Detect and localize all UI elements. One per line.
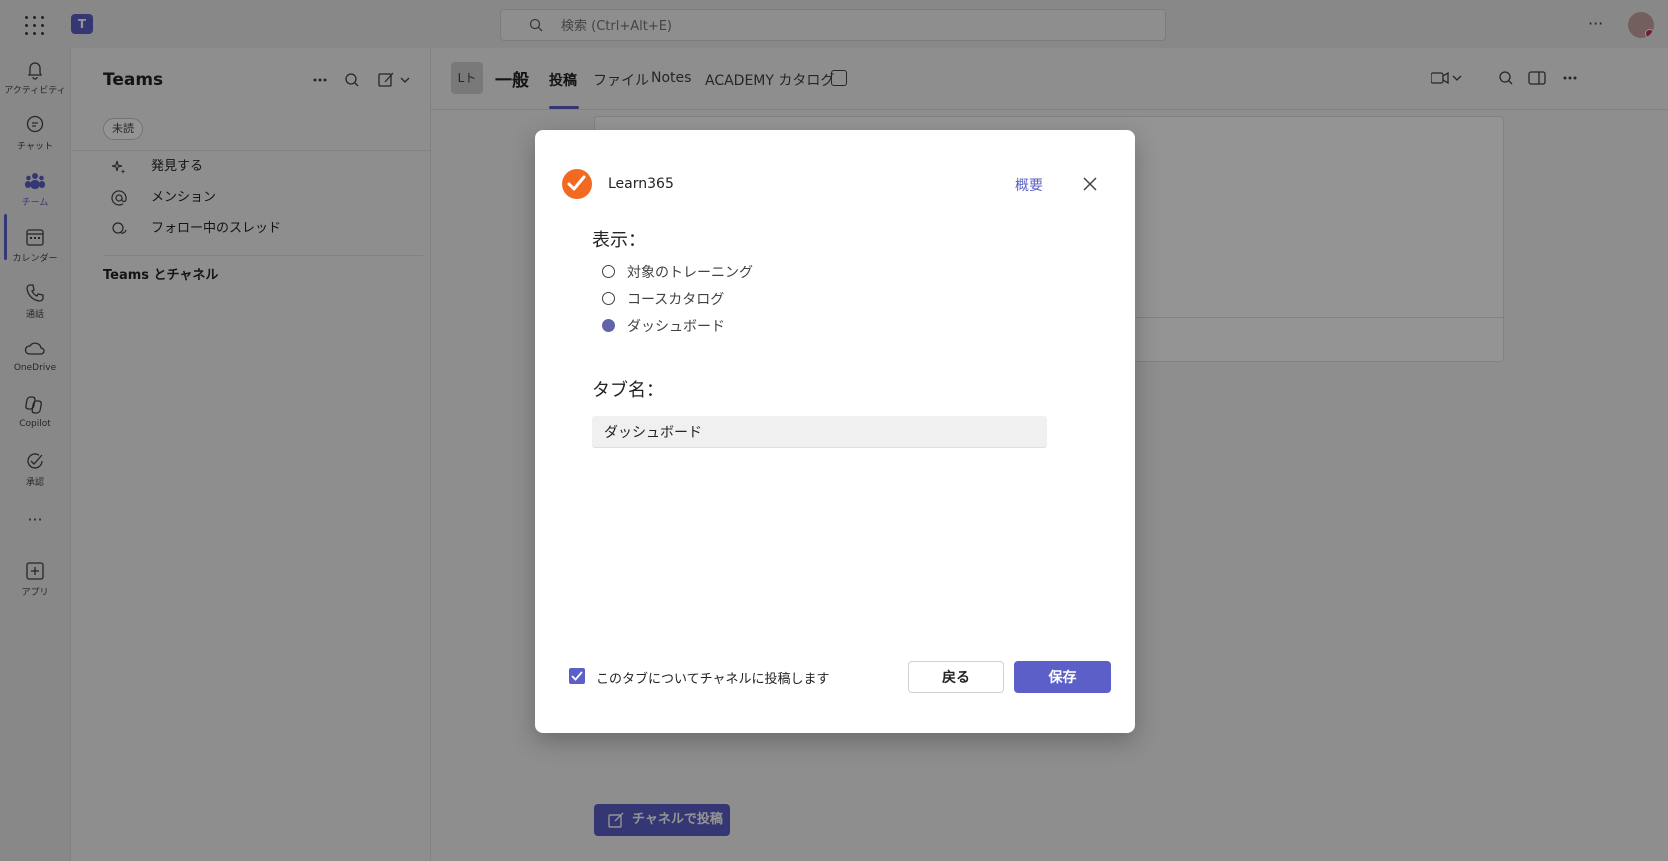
close-icon[interactable] [1081, 175, 1099, 193]
post-to-channel-checkbox[interactable] [569, 668, 585, 684]
display-label: 表示： [592, 230, 646, 251]
radio-circle[interactable] [602, 292, 615, 305]
radio-circle[interactable] [602, 319, 615, 332]
radio-label: コースカタログ [627, 292, 725, 308]
radio-label: ダッシュボード [627, 319, 725, 335]
radio-circle[interactable] [602, 265, 615, 278]
tab-name-field[interactable] [592, 416, 1047, 448]
app-name: Learn365 [608, 176, 674, 192]
back-button[interactable]: 戻る [908, 661, 1004, 693]
post-to-channel-label[interactable]: このタブについてチャネルに投稿します [596, 668, 829, 687]
save-button[interactable]: 保存 [1014, 661, 1111, 693]
tab-config-dialog: Learn365 概要 表示： 対象のトレーニング コースカタログ ダッシュボー… [535, 130, 1135, 733]
tab-name-label: タブ名： [592, 380, 664, 401]
radio-label: 対象のトレーニング [627, 265, 753, 281]
about-link[interactable]: 概要 [1015, 175, 1043, 195]
learn365-logo-icon [562, 169, 592, 199]
